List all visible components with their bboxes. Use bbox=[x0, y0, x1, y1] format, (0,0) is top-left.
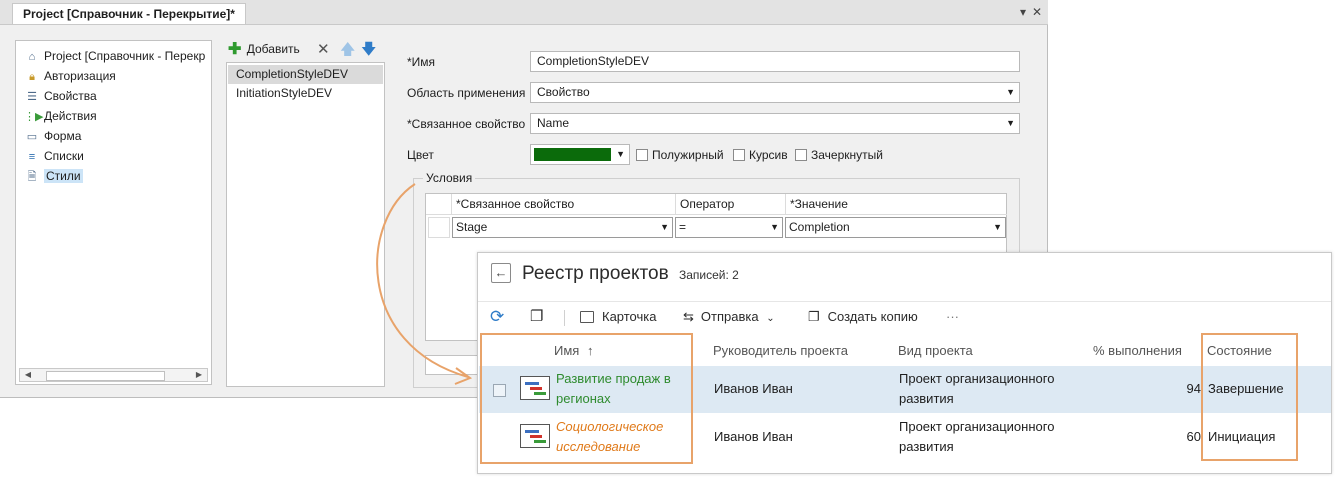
scroll-left-icon[interactable]: ◀ bbox=[21, 369, 35, 381]
project-type-cell: Проект организационного развития bbox=[899, 369, 1054, 409]
tree-item-authorization[interactable]: 🔒︎ Авторизация bbox=[24, 67, 116, 85]
project-type-line: Проект организационного bbox=[899, 371, 1055, 386]
italic-label: Курсив bbox=[749, 148, 788, 162]
state-column-highlight bbox=[1201, 333, 1298, 461]
delete-icon[interactable]: ✕ bbox=[317, 40, 330, 58]
strikethrough-label: Зачеркнутый bbox=[811, 148, 883, 162]
name-field[interactable]: CompletionStyleDEV bbox=[530, 51, 1020, 72]
condition-property-select[interactable]: Stage ▼ bbox=[452, 217, 673, 238]
send-label: Отправка bbox=[700, 309, 759, 324]
grid-header-value[interactable]: *Значение bbox=[786, 194, 1007, 215]
list-icon: ☰ bbox=[27, 91, 37, 103]
tree-item-form[interactable]: ▭ Форма bbox=[24, 127, 82, 145]
column-header-manager[interactable]: Руководитель проекта bbox=[713, 343, 848, 358]
project-type-line: развития bbox=[899, 391, 954, 406]
chevron-down-icon[interactable]: ▼ bbox=[616, 145, 625, 164]
percent-cell: 94 bbox=[1186, 381, 1201, 396]
scope-label: Область применения bbox=[407, 86, 526, 100]
plus-icon: ✚ bbox=[228, 41, 242, 58]
column-header-type[interactable]: Вид проекта bbox=[898, 343, 973, 358]
registry-panel: ← Реестр проектов Записей: 2 ⟳ ❐ Карточк… bbox=[477, 252, 1332, 474]
toolbar-divider bbox=[564, 310, 565, 326]
form-icon: ▭ bbox=[26, 131, 38, 143]
tree-item-properties[interactable]: ☰ Свойства bbox=[24, 87, 97, 105]
scope-select[interactable]: Свойство ▼ bbox=[530, 82, 1020, 103]
document-tab[interactable]: Project [Справочник - Перекрытие]* bbox=[12, 3, 246, 24]
project-type-line: развития bbox=[899, 439, 954, 454]
record-count: Записей: 2 bbox=[679, 268, 739, 282]
condition-value-value: Completion bbox=[789, 220, 850, 234]
actions-icon: ⋮▶ bbox=[24, 111, 44, 123]
copy-icon[interactable]: ❐ bbox=[530, 302, 543, 332]
page-title: Реестр проектов bbox=[522, 263, 669, 284]
manager-cell: Иванов Иван bbox=[714, 429, 793, 444]
column-header-percent[interactable]: % выполнения bbox=[1093, 343, 1182, 358]
scrollbar-thumb[interactable] bbox=[46, 371, 165, 381]
tree-horizontal-scrollbar[interactable]: ◀ ▶ bbox=[19, 368, 208, 382]
card-label: Карточка bbox=[602, 309, 657, 324]
send-button[interactable]: ⇆ Отправка ⌄ bbox=[683, 302, 775, 332]
style-item-completion[interactable]: CompletionStyleDEV bbox=[228, 65, 383, 84]
condition-operator-value: = bbox=[679, 220, 687, 234]
color-label: Цвет bbox=[407, 148, 434, 162]
duplicate-icon: ❐ bbox=[808, 309, 820, 324]
chevron-down-icon[interactable]: ▼ bbox=[1006, 83, 1015, 102]
add-button-label: Добавить bbox=[246, 42, 300, 56]
registry-toolbar: ⟳ ❐ Карточка ⇆ Отправка ⌄ ❐ Создать копию … bbox=[478, 301, 1331, 332]
create-copy-label: Создать копию bbox=[827, 309, 918, 324]
linked-property-select[interactable]: Name ▼ bbox=[530, 113, 1020, 134]
bold-label: Полужирный bbox=[652, 148, 724, 162]
project-type-cell: Проект организационного развития bbox=[899, 417, 1054, 457]
italic-checkbox[interactable] bbox=[733, 149, 745, 161]
percent-cell: 60 bbox=[1186, 429, 1201, 444]
tree-item-lists[interactable]: ≡ Списки bbox=[24, 147, 84, 165]
scroll-right-icon[interactable]: ▶ bbox=[192, 369, 206, 381]
scope-value: Свойство bbox=[537, 85, 590, 99]
arrow-connector bbox=[376, 183, 473, 385]
chevron-down-icon[interactable]: ▼ bbox=[1006, 114, 1015, 133]
send-icon: ⇆ bbox=[683, 309, 694, 324]
card-button[interactable]: Карточка bbox=[580, 302, 656, 332]
condition-operator-select[interactable]: = ▼ bbox=[675, 217, 783, 238]
create-copy-button[interactable]: ❐ Создать копию bbox=[808, 302, 918, 332]
tree-item-actions[interactable]: ⋮▶Действия bbox=[24, 107, 97, 125]
refresh-icon[interactable]: ⟳ bbox=[490, 302, 504, 332]
condition-value-select[interactable]: Completion ▼ bbox=[785, 217, 1006, 238]
chevron-down-icon[interactable]: ▼ bbox=[660, 218, 669, 237]
move-up-icon[interactable]: 🡅︎ bbox=[340, 39, 355, 64]
manager-cell: Иванов Иван bbox=[714, 381, 793, 396]
project-type-line: Проект организационного bbox=[899, 419, 1055, 434]
home-icon: ⌂ bbox=[28, 51, 36, 63]
more-icon[interactable]: ··· bbox=[946, 302, 959, 332]
card-icon bbox=[580, 311, 594, 323]
name-label: *Имя bbox=[407, 55, 436, 69]
linked-property-value: Name bbox=[537, 116, 570, 130]
color-picker[interactable]: ▼ bbox=[530, 144, 630, 165]
chevron-down-icon[interactable]: ▼ bbox=[993, 218, 1002, 237]
grid-header-operator[interactable]: Оператор bbox=[676, 194, 786, 215]
name-column-highlight bbox=[480, 333, 693, 464]
grid-header-property[interactable]: *Связанное свойство bbox=[452, 194, 676, 215]
close-icon[interactable]: ✕ bbox=[1030, 5, 1044, 19]
bold-checkbox[interactable] bbox=[636, 149, 648, 161]
tree-item-styles[interactable]: 🗎︎ Стили bbox=[24, 167, 83, 185]
lock-icon: 🔒︎ bbox=[29, 71, 35, 83]
designer-tree: ⌂ Project [Справочник - Перекр 🔒︎ Авториза… bbox=[15, 40, 212, 385]
lists-icon: ≡ bbox=[28, 151, 36, 163]
chevron-down-icon[interactable]: ▼ bbox=[770, 218, 779, 237]
color-swatch bbox=[534, 148, 611, 161]
strikethrough-checkbox[interactable] bbox=[795, 149, 807, 161]
style-item-initiation[interactable]: InitiationStyleDEV bbox=[228, 84, 383, 103]
tab-strip: Project [Справочник - Перекрытие]* ▾ ✕ bbox=[0, 0, 1048, 25]
add-style-button[interactable]: ✚ Добавить bbox=[228, 39, 358, 59]
chevron-down-icon: ⌄ bbox=[766, 313, 775, 324]
styles-icon: 🗎︎ bbox=[27, 171, 37, 183]
window-menu-icon[interactable]: ▾ bbox=[1016, 5, 1030, 19]
linked-property-label: *Связанное свойство bbox=[407, 117, 526, 131]
tree-item-project[interactable]: ⌂ Project [Справочник - Перекр bbox=[24, 47, 206, 65]
back-arrow-icon[interactable]: ← bbox=[491, 263, 511, 283]
move-down-icon[interactable]: 🡇︎ bbox=[361, 39, 376, 64]
arrow-path bbox=[376, 183, 469, 378]
